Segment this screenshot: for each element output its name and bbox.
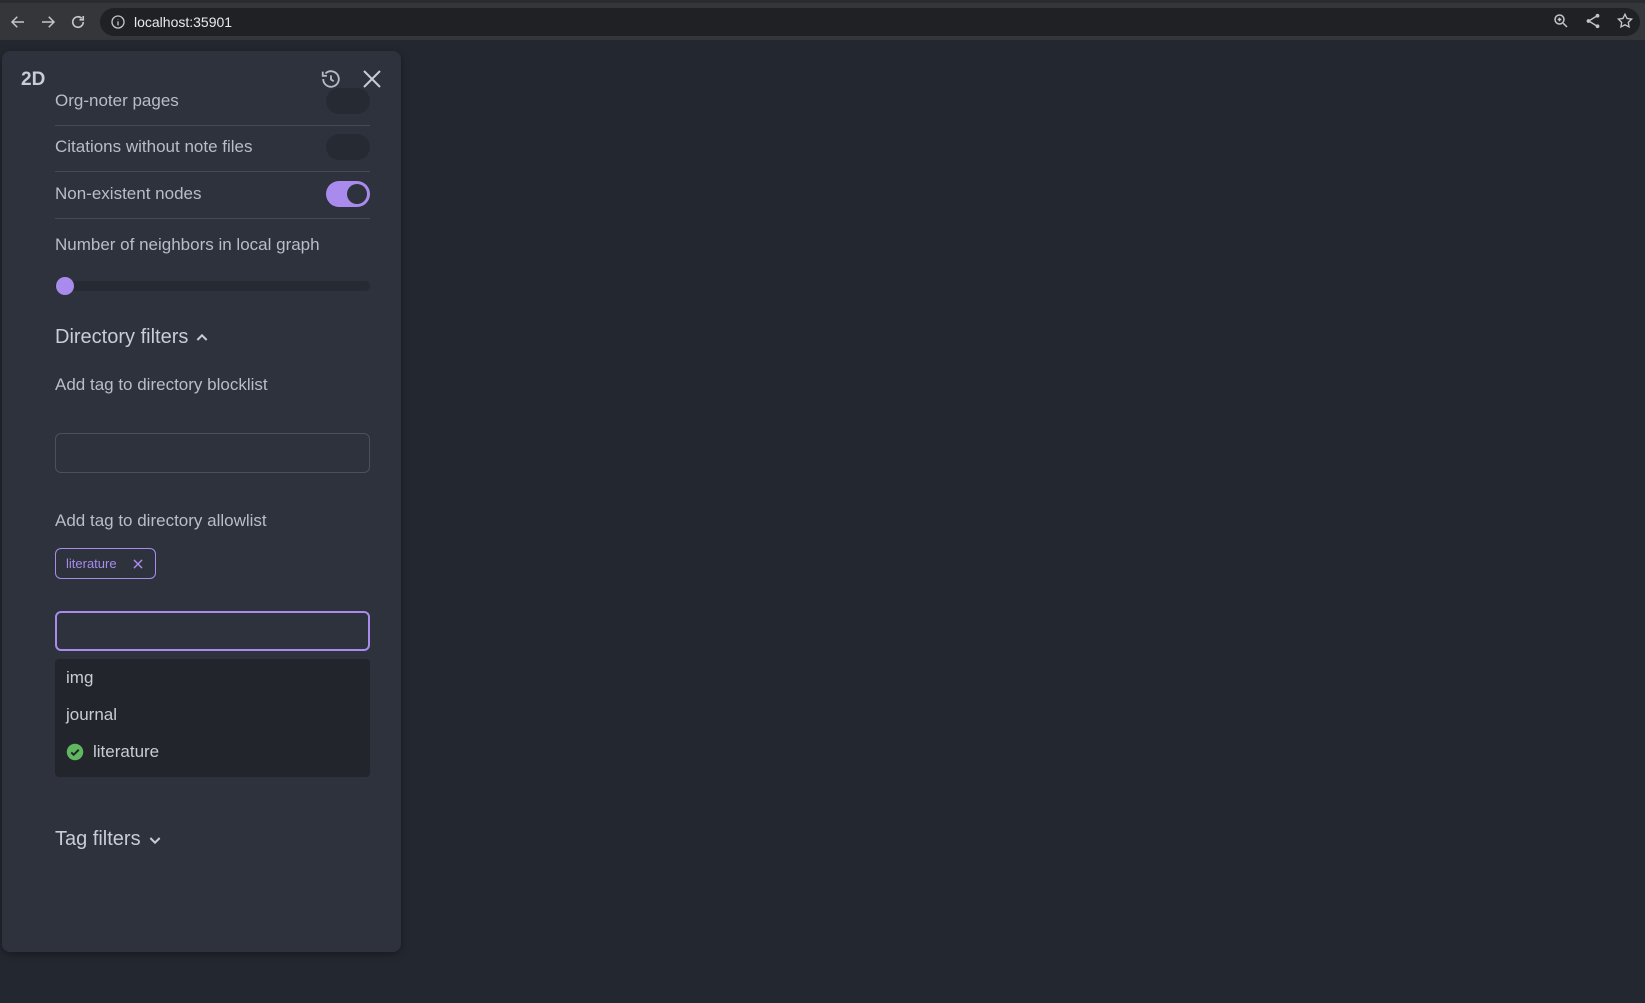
neighbors-label: Number of neighbors in local graph (55, 235, 320, 254)
org-noter-toggle[interactable] (326, 88, 370, 114)
address-bar[interactable]: localhost:35901 (100, 8, 1640, 36)
toggle-knob (347, 184, 367, 204)
citations-toggle[interactable] (326, 134, 370, 160)
browser-toolbar: localhost:35901 (0, 0, 1645, 40)
directory-filters-label: Directory filters (55, 326, 189, 348)
option-label: journal (66, 705, 118, 724)
blocklist-label: Add tag to directory blocklist (55, 375, 268, 394)
forward-arrow-icon[interactable] (36, 10, 60, 34)
share-icon[interactable] (1584, 12, 1602, 30)
panel-title[interactable]: 2D (21, 69, 45, 91)
option-img[interactable]: img (66, 668, 93, 688)
toggle-row-citations: Citations without note files (55, 123, 370, 171)
neighbors-slider-thumb[interactable] (56, 277, 74, 295)
neighbors-slider[interactable] (55, 281, 370, 291)
toggle-row-org-noter: Org-noter pages (55, 77, 370, 125)
check-circle-icon (66, 743, 84, 761)
remove-tag-icon[interactable] (131, 557, 145, 571)
chevron-down-icon (149, 836, 160, 844)
tag-label: literature (66, 556, 117, 571)
reload-icon[interactable] (66, 10, 90, 34)
allowlist-tag: literature (55, 548, 156, 579)
non-existent-nodes-toggle[interactable] (326, 181, 370, 207)
allowlist-input[interactable] (55, 611, 370, 651)
zoom-icon[interactable] (1552, 12, 1570, 30)
blocklist-input[interactable] (55, 433, 370, 473)
tag-filters-label: Tag filters (55, 828, 141, 850)
option-journal[interactable]: journal (66, 705, 117, 725)
directory-filters-header[interactable]: Directory filters (55, 326, 210, 349)
back-arrow-icon[interactable] (6, 10, 30, 34)
tag-filters-header[interactable]: Tag filters (55, 828, 163, 851)
url-text[interactable]: localhost:35901 (134, 14, 232, 30)
settings-panel: 2D Org-noter pages Citations without not… (2, 51, 401, 952)
chevron-up-icon (196, 333, 208, 341)
toggle-label: Non-existent nodes (55, 184, 202, 203)
site-info-icon[interactable] (110, 14, 126, 30)
toggle-row-non-existent: Non-existent nodes (55, 170, 370, 218)
bookmark-star-icon[interactable] (1616, 12, 1634, 30)
option-label: literature (93, 742, 160, 761)
toggle-label: Org-noter pages (55, 91, 179, 110)
allowlist-label: Add tag to directory allowlist (55, 511, 267, 530)
tag-options-dropdown: img journal literature (55, 659, 370, 777)
divider (55, 218, 370, 219)
toggle-label: Citations without note files (55, 137, 253, 156)
option-label: img (66, 668, 94, 687)
option-literature[interactable]: literature (66, 742, 159, 762)
